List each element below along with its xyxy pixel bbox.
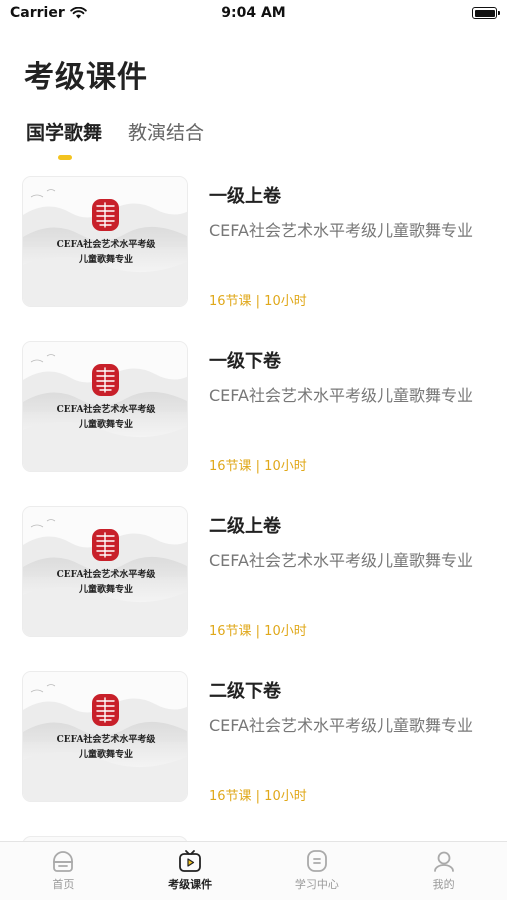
battery-icon <box>472 7 500 19</box>
course-meta: 16节课 | 10小时 <box>209 294 307 309</box>
tab-guoxue-gewu[interactable]: 国学歌舞 <box>26 118 102 145</box>
course-thumbnail: CEFA社会艺术水平考级 儿童歌舞专业 <box>22 671 188 802</box>
course-meta: 16节课 | 10小时 <box>209 789 307 804</box>
profile-icon <box>433 851 454 872</box>
seal-logo-icon <box>92 364 119 396</box>
thumbnail-caption-line2: 儿童歌舞专业 <box>78 585 133 595</box>
seal-logo-icon <box>92 199 119 231</box>
tabbar-home-label: 首页 <box>52 878 75 891</box>
course-thumbnail: CEFA社会艺术水平考级 儿童歌舞专业 <box>22 506 188 637</box>
thumbnail-caption-line1: CEFA社会艺术水平考级 <box>56 240 156 250</box>
tabbar-courseware-label: 考级课件 <box>168 878 213 891</box>
thumbnail-caption-line1: CEFA社会艺术水平考级 <box>56 570 156 580</box>
thumbnail-caption-line2: 儿童歌舞专业 <box>78 255 133 265</box>
tabbar-home[interactable]: 首页 <box>0 842 127 900</box>
status-bar: Carrier 9:04 AM <box>0 0 507 28</box>
course-list: CEFA社会艺术水平考级 儿童歌舞专业 一级上卷 CEFA社会艺术水平考级儿童歌… <box>0 176 507 836</box>
course-meta: 16节课 | 10小时 <box>209 459 307 474</box>
course-description: CEFA社会艺术水平考级儿童歌舞专业 <box>209 716 473 735</box>
course-description: CEFA社会艺术水平考级儿童歌舞专业 <box>209 221 473 240</box>
course-thumbnail: CEFA社会艺术水平考级 儿童歌舞专业 <box>22 176 188 307</box>
thumbnail-caption-line2: 儿童歌舞专业 <box>78 420 133 430</box>
tabbar-profile-label: 我的 <box>432 878 455 891</box>
course-meta: 16节课 | 10小时 <box>209 624 307 639</box>
course-item[interactable]: CEFA社会艺术水平考级 儿童歌舞专业 一级下卷 CEFA社会艺术水平考级儿童歌… <box>0 341 507 506</box>
course-item[interactable]: CEFA社会艺术水平考级 儿童歌舞专业 二级上卷 CEFA社会艺术水平考级儿童歌… <box>0 506 507 671</box>
status-time: 9:04 AM <box>221 5 286 21</box>
courseware-icon <box>179 850 202 872</box>
course-title: 一级下卷 <box>209 351 281 372</box>
thumbnail-caption-line2: 儿童歌舞专业 <box>78 750 133 760</box>
category-tabs: 国学歌舞 教演结合 <box>26 118 204 145</box>
course-description: CEFA社会艺术水平考级儿童歌舞专业 <box>209 551 473 570</box>
tabbar-courseware[interactable]: 考级课件 <box>127 842 254 900</box>
seal-logo-icon <box>92 694 119 726</box>
tabbar-study-center-label: 学习中心 <box>294 878 339 891</box>
course-item[interactable]: CEFA社会艺术水平考级 儿童歌舞专业 二级下卷 CEFA社会艺术水平考级儿童歌… <box>0 671 507 836</box>
thumbnail-caption-line1: CEFA社会艺术水平考级 <box>56 735 156 745</box>
course-description: CEFA社会艺术水平考级儿童歌舞专业 <box>209 386 473 405</box>
study-center-icon <box>306 850 327 872</box>
course-title: 一级上卷 <box>209 186 281 207</box>
tabbar-profile[interactable]: 我的 <box>380 842 507 900</box>
seal-logo-icon <box>92 529 119 561</box>
home-icon <box>53 851 74 872</box>
course-title: 二级下卷 <box>209 681 281 702</box>
bottom-tab-bar: 首页 考级课件 学习中心 我的 <box>0 841 507 900</box>
tabbar-study-center[interactable]: 学习中心 <box>254 842 381 900</box>
page-title: 考级课件 <box>24 60 148 95</box>
course-title: 二级上卷 <box>209 516 281 537</box>
thumbnail-caption-line1: CEFA社会艺术水平考级 <box>56 405 156 415</box>
tab-jiaoyan-jiehe[interactable]: 教演结合 <box>128 118 204 145</box>
course-thumbnail: CEFA社会艺术水平考级 儿童歌舞专业 <box>22 341 188 472</box>
active-tab-indicator <box>58 155 72 160</box>
course-item[interactable]: CEFA社会艺术水平考级 儿童歌舞专业 一级上卷 CEFA社会艺术水平考级儿童歌… <box>0 176 507 341</box>
